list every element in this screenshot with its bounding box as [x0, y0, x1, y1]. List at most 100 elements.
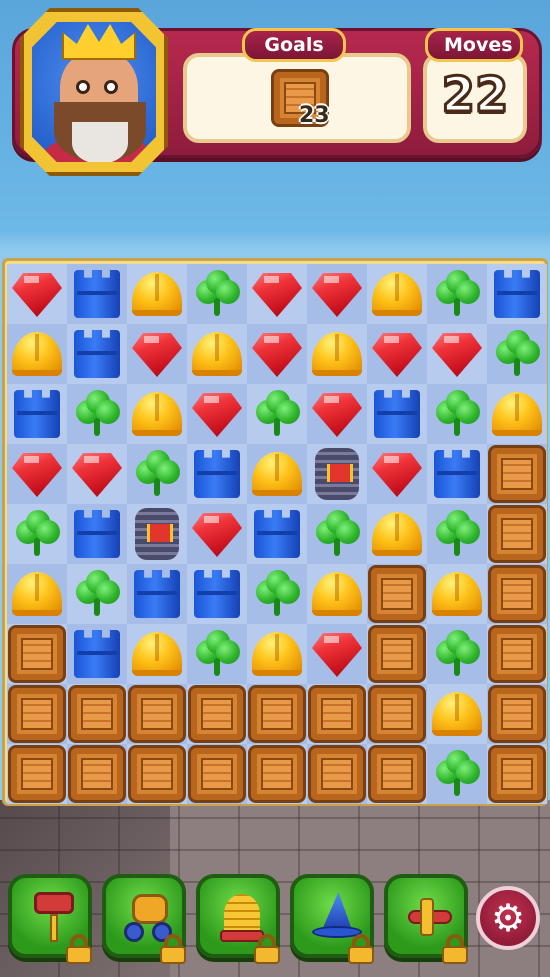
board-cell[interactable]	[307, 384, 367, 444]
board-cell[interactable]	[127, 264, 187, 324]
board-cell[interactable]	[427, 564, 487, 624]
green-clover-icon	[252, 570, 302, 618]
lock-icon	[252, 934, 282, 964]
board-cell[interactable]	[187, 744, 247, 804]
board-cell[interactable]	[307, 564, 367, 624]
board-cell[interactable]	[247, 324, 307, 384]
board-cell[interactable]	[427, 504, 487, 564]
board-cell[interactable]	[7, 744, 67, 804]
blue-tower-icon	[254, 510, 300, 558]
board-cell[interactable]	[67, 684, 127, 744]
board-cell[interactable]	[427, 684, 487, 744]
board-cell[interactable]	[427, 444, 487, 504]
red-gem-icon	[132, 333, 182, 377]
wooden-crate-icon	[368, 625, 426, 683]
board-cell[interactable]	[187, 684, 247, 744]
board-cell[interactable]	[307, 684, 367, 744]
board-cell[interactable]	[187, 504, 247, 564]
board-cell[interactable]	[487, 384, 547, 444]
board-cell[interactable]	[247, 624, 307, 684]
board-cell[interactable]	[187, 564, 247, 624]
board-cell[interactable]	[7, 324, 67, 384]
board-cell[interactable]	[247, 384, 307, 444]
board-cell[interactable]	[427, 624, 487, 684]
board-cell[interactable]	[487, 744, 547, 804]
red-gem-icon	[192, 513, 242, 557]
board-cell[interactable]	[127, 324, 187, 384]
board-cell[interactable]	[127, 444, 187, 504]
board-cell[interactable]	[367, 384, 427, 444]
board-cell[interactable]	[307, 624, 367, 684]
board-cell[interactable]	[367, 684, 427, 744]
board-cell[interactable]	[247, 564, 307, 624]
board-cell[interactable]	[67, 564, 127, 624]
board-cell[interactable]	[247, 264, 307, 324]
board-cell[interactable]	[367, 624, 427, 684]
board-cell[interactable]	[367, 264, 427, 324]
board-cell[interactable]	[427, 384, 487, 444]
board-cell[interactable]	[7, 504, 67, 564]
wooden-crate-icon	[128, 745, 186, 803]
board-cell[interactable]	[7, 444, 67, 504]
wooden-crate-icon	[488, 505, 546, 563]
board-cell[interactable]	[367, 564, 427, 624]
board-cell[interactable]	[367, 744, 427, 804]
board-cell[interactable]	[247, 684, 307, 744]
board-cell[interactable]	[307, 264, 367, 324]
board-cell[interactable]	[247, 444, 307, 504]
booster-airplane[interactable]	[384, 874, 468, 964]
board-cell[interactable]	[247, 504, 307, 564]
board-cell[interactable]	[187, 444, 247, 504]
board-cell[interactable]	[127, 624, 187, 684]
board-cell[interactable]	[427, 264, 487, 324]
board-cell[interactable]	[487, 564, 547, 624]
settings-button[interactable]: ⚙	[476, 886, 540, 950]
red-gem-icon	[312, 633, 362, 677]
board-cell[interactable]	[487, 504, 547, 564]
board-cell[interactable]	[7, 684, 67, 744]
board-cell[interactable]	[367, 504, 427, 564]
booster-hammer[interactable]	[8, 874, 92, 964]
board-cell[interactable]	[367, 444, 427, 504]
board-cell[interactable]	[7, 624, 67, 684]
board-cell[interactable]	[67, 504, 127, 564]
red-gem-icon	[252, 333, 302, 377]
board-cell[interactable]	[487, 444, 547, 504]
board-cell[interactable]	[487, 624, 547, 684]
board-cell[interactable]	[487, 684, 547, 744]
board-cell[interactable]	[247, 744, 307, 804]
yellow-helmet-icon	[12, 332, 62, 376]
board-cell[interactable]	[7, 384, 67, 444]
board-cell[interactable]	[67, 324, 127, 384]
booster-beehive[interactable]	[196, 874, 280, 964]
board-cell[interactable]	[187, 264, 247, 324]
board-cell[interactable]	[7, 264, 67, 324]
board-cell[interactable]	[127, 564, 187, 624]
board-cell[interactable]	[67, 384, 127, 444]
board-cell[interactable]	[307, 504, 367, 564]
board-cell[interactable]	[127, 744, 187, 804]
board-cell[interactable]	[187, 324, 247, 384]
board-cell[interactable]	[127, 504, 187, 564]
booster-cannon[interactable]	[102, 874, 186, 964]
board-cell[interactable]	[7, 564, 67, 624]
blue-tower-icon	[434, 450, 480, 498]
board-cell[interactable]	[187, 384, 247, 444]
board-cell[interactable]	[67, 744, 127, 804]
wooden-crate-icon	[488, 625, 546, 683]
board-cell[interactable]	[67, 444, 127, 504]
board-cell[interactable]	[127, 384, 187, 444]
board-cell[interactable]	[307, 324, 367, 384]
board-cell[interactable]	[187, 624, 247, 684]
board-cell[interactable]	[67, 624, 127, 684]
board-cell[interactable]	[487, 264, 547, 324]
board-cell[interactable]	[307, 744, 367, 804]
board-cell[interactable]	[307, 444, 367, 504]
booster-wizard-hat[interactable]	[290, 874, 374, 964]
board-cell[interactable]	[427, 744, 487, 804]
board-cell[interactable]	[127, 684, 187, 744]
board-cell[interactable]	[427, 324, 487, 384]
board-cell[interactable]	[67, 264, 127, 324]
board-cell[interactable]	[367, 324, 427, 384]
board-cell[interactable]	[487, 324, 547, 384]
